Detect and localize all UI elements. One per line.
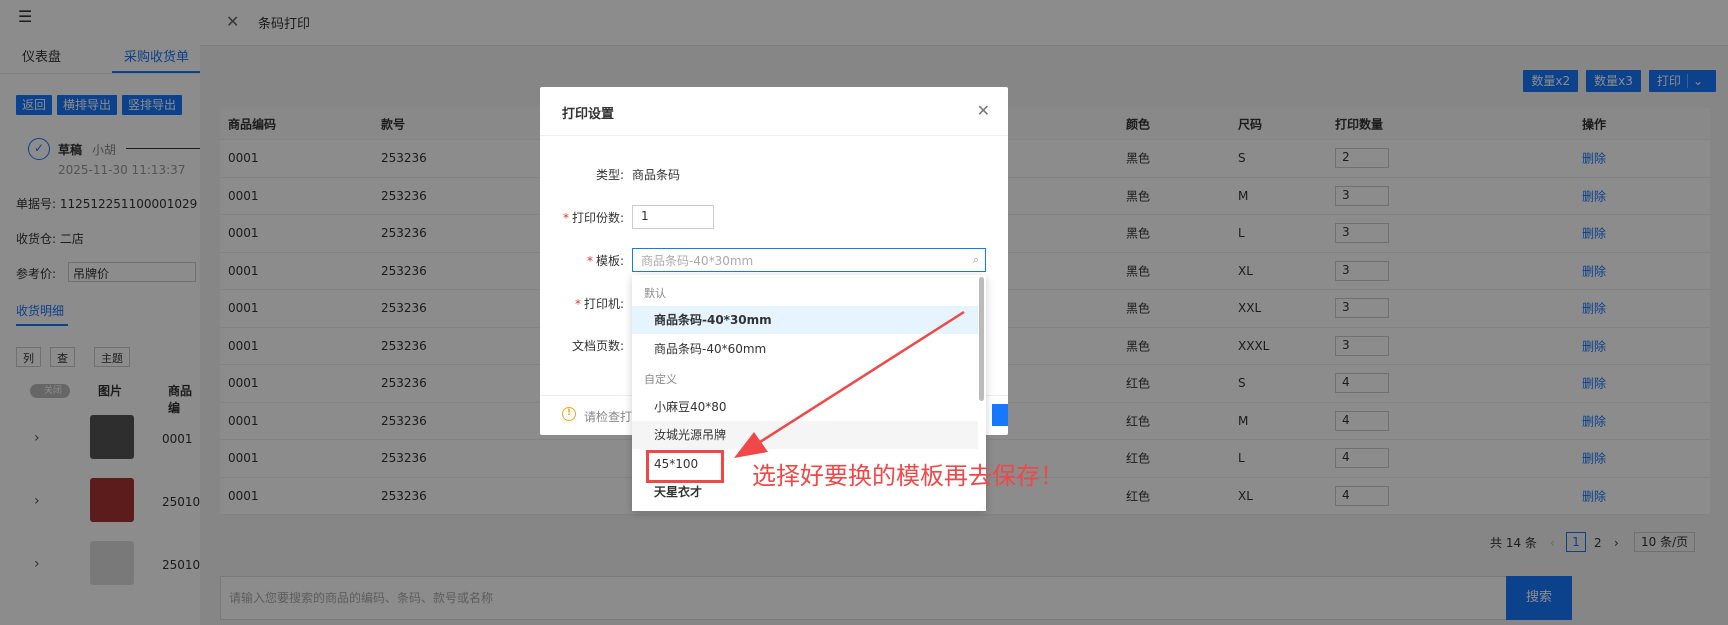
annotation-text: 选择好要换的模板再去保存！ <box>752 462 1064 490</box>
search-icon: ⌕ <box>972 253 979 266</box>
template-label: * 模板: <box>586 254 624 268</box>
copies-label: * 打印份数: <box>562 211 624 225</box>
type-value: 商品条码 <box>632 168 681 182</box>
option-40x60[interactable]: 商品条码-40*60mm <box>632 335 978 363</box>
group-custom: 自定义 <box>644 373 677 386</box>
group-default: 默认 <box>644 287 666 300</box>
confirm-button[interactable] <box>992 404 1008 426</box>
option-rucheng[interactable]: 汝城光源吊牌 <box>632 421 978 449</box>
close-icon[interactable]: ✕ <box>977 101 990 120</box>
warning-text: 请检查打 <box>584 410 633 424</box>
template-placeholder: 商品条码-40*30mm <box>641 254 754 268</box>
warning-icon: ! <box>562 407 576 421</box>
dropdown-scrollbar[interactable] <box>979 277 984 401</box>
option-xiaomadou[interactable]: 小麻豆40*80 <box>632 393 978 421</box>
modal-header: 打印设置 ✕ <box>540 87 1008 136</box>
type-label: 类型: <box>595 168 624 182</box>
template-select[interactable]: 商品条码-40*30mm ⌕ <box>632 248 986 272</box>
option-40x30[interactable]: 商品条码-40*30mm <box>632 306 978 334</box>
printer-label: * 打印机: <box>574 297 624 311</box>
modal-title: 打印设置 <box>562 107 615 122</box>
copies-input[interactable]: 1 <box>632 205 714 229</box>
pages-label: 文档页数: <box>571 339 624 353</box>
highlight-box <box>646 450 724 483</box>
